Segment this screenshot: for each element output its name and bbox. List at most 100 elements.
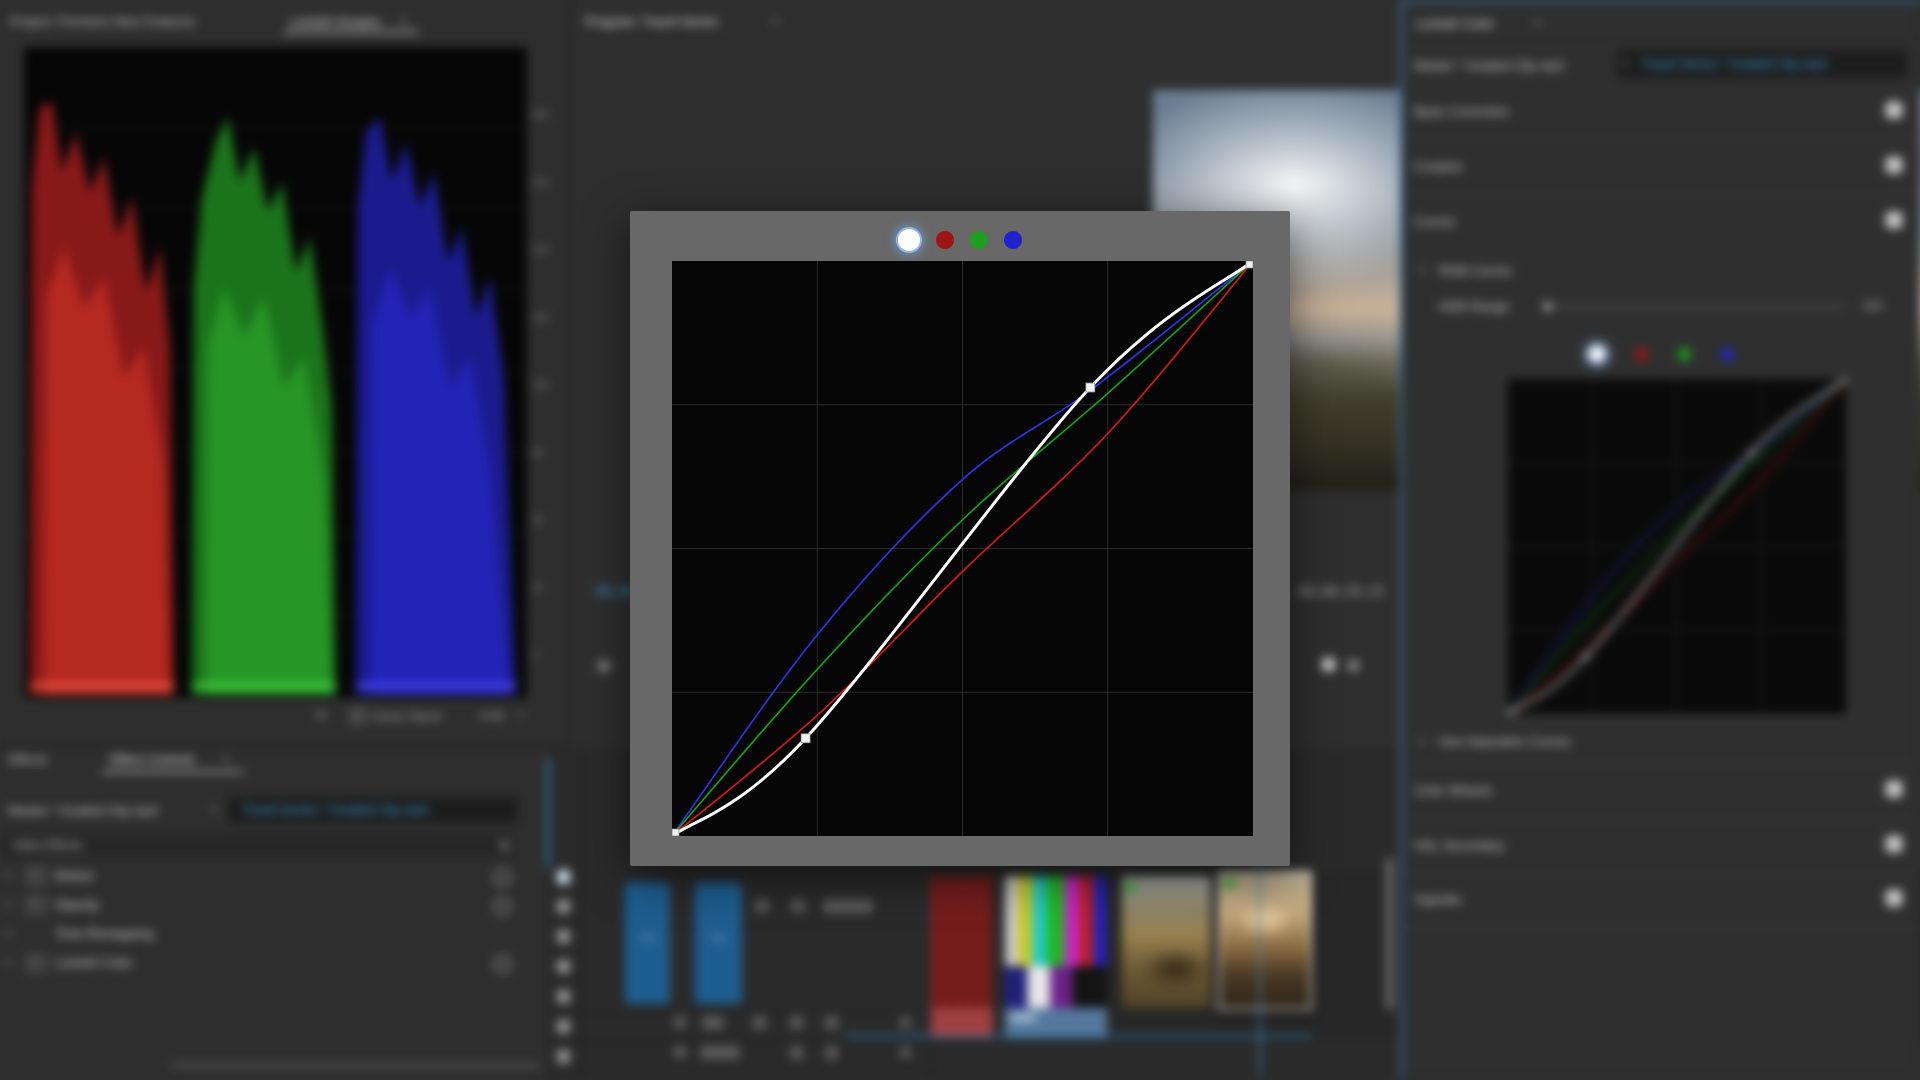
mini-rgb-curves-display[interactable] [1508,379,1846,714]
channel-dot-blue[interactable] [1004,231,1022,249]
section-checkbox[interactable]: ✓ [1886,781,1902,797]
channel-dot-red[interactable] [1635,348,1648,361]
horizontal-scrollbar[interactable] [170,1062,540,1069]
disclosure-triangle-icon[interactable]: ▾ [1420,265,1425,276]
wrench-settings-icon[interactable]: ⚙ [316,708,327,722]
header-icon[interactable] [500,841,509,850]
channel-dot-red[interactable] [936,231,954,249]
hdr-range-slider-track[interactable] [1542,306,1845,308]
clip-thumbnail-sunset-selected[interactable] [1218,871,1312,1010]
tab-effect-controls[interactable]: Effect Controls [110,752,195,767]
fx-applied-badge [1126,882,1136,892]
channel-dot-green[interactable] [970,231,988,249]
hue-saturation-curves-subsection[interactable]: ▸ Hue Saturation Curves [1402,730,1920,756]
lumetri-section-hsl-secondary[interactable]: HSL Secondary ✓ [1402,834,1920,860]
tab-project[interactable]: Project: Premiere New Features [10,14,195,29]
section-checkbox[interactable]: ✓ [1886,836,1902,852]
panel-divider[interactable] [568,0,570,748]
channel-dot-blue[interactable] [1721,348,1734,361]
vertical-scrollbar[interactable] [1386,858,1393,1010]
sequence-clip-label[interactable]: Travel Series * Graded Clip.mp4 [242,802,429,817]
panel-menu-icon[interactable]: ≡ [772,14,779,28]
clamp-signal-checkbox[interactable]: ✓ [350,709,365,724]
effect-row-opacity[interactable]: ▸ fx Opacity [0,894,547,920]
panel-menu-icon[interactable]: ≡ [223,752,230,766]
disclosure-triangle-icon[interactable]: ▸ [6,957,11,968]
tab-lumetri-color[interactable]: Lumetri Color [1416,16,1494,31]
sequence-clip-box[interactable]: Travel Series * Graded Clip.mp4 [228,797,518,823]
track-target-v1[interactable]: V1 [695,882,742,1004]
section-checkbox[interactable]: ✓ [1886,890,1902,906]
playhead[interactable] [1259,857,1261,1078]
export-frame-icon[interactable] [1322,658,1335,671]
panel-menu-icon[interactable]: ≡ [1534,16,1541,30]
solo-button[interactable] [790,1016,803,1029]
razor-tool-icon[interactable] [557,960,570,973]
lumetri-section-creative[interactable]: Creative ✓ [1402,155,1920,181]
fx-badge-icon[interactable]: fx [26,955,46,972]
lumetri-section-color-wheels[interactable]: Color Wheels ✓ [1402,779,1920,805]
track-meter-icon[interactable] [900,1047,911,1058]
bit-depth-value[interactable]: 8 Bit [480,709,504,723]
hdr-range-value[interactable]: 100 [1862,299,1882,313]
tab-program[interactable]: Program: Travel Series [585,14,718,29]
clip-thumbnail-color-bars[interactable] [1005,876,1107,1008]
clip-label-red[interactable] [931,1008,993,1038]
section-checkbox[interactable]: ✓ [1886,102,1902,118]
video-effects-header[interactable]: Video Effects [2,835,514,856]
tab-effects[interactable]: Effects [8,752,48,767]
fx-badge-icon[interactable]: fx [26,868,46,885]
section-checkbox[interactable]: ✓ [1886,157,1902,173]
pen-tool-icon[interactable] [557,1020,570,1033]
track-name-label[interactable] [823,900,873,913]
channel-dot-green[interactable] [1678,348,1691,361]
lumetri-section-basic-correction[interactable]: Basic Correction ✓ [1402,100,1920,126]
hand-tool-icon[interactable] [557,1050,570,1063]
audio-target-a1[interactable] [702,1016,724,1029]
sequence-clip-label[interactable]: Travel Series * Graded Clip.mp4 [1641,56,1828,71]
audio-track-icon[interactable] [674,1016,686,1028]
reset-effect-icon[interactable] [494,869,511,886]
clip-thumbnail-desert[interactable] [1122,876,1211,1008]
section-checkbox[interactable]: ✓ [1886,212,1902,228]
settings-icon[interactable] [1348,660,1359,671]
slip-tool-icon[interactable] [557,990,570,1003]
source-patch-v1[interactable]: V1 [625,882,670,1004]
disclosure-triangle-icon[interactable]: ▸ [1420,736,1425,747]
lumetri-section-vignette[interactable]: Vignette ✓ [1402,888,1920,914]
effect-row-motion[interactable]: ▸ fx Motion [0,865,547,891]
disclosure-triangle-icon[interactable]: ▸ [6,899,11,910]
ripple-edit-tool-icon[interactable] [557,930,570,943]
reset-effect-icon[interactable] [494,956,511,973]
lumetri-section-curves[interactable]: Curves ✓ [1402,210,1920,236]
mute-button[interactable] [790,1046,803,1059]
effect-row-lumetri-color[interactable]: ▸ fx Lumetri Color [0,952,547,978]
record-button[interactable] [825,1016,838,1029]
mute-button[interactable] [753,1016,766,1029]
audio-target-a2[interactable] [700,1046,740,1059]
fx-badge-icon[interactable]: fx [26,897,46,914]
track-sync-icon[interactable] [791,900,805,912]
reset-effect-icon[interactable] [494,898,511,915]
track-lock-icon[interactable] [755,900,769,912]
bit-depth-dropdown-icon[interactable]: ▾ [518,710,523,721]
track-select-tool-icon[interactable] [557,900,570,913]
transport-icon[interactable] [598,660,610,672]
curve-editor-area[interactable] [672,261,1253,836]
track-meter-icon[interactable] [900,1017,911,1028]
channel-dot-white[interactable] [1589,346,1605,362]
sequence-clip-box[interactable]: ▸ Travel Series * Graded Clip.mp4 [1617,50,1907,78]
tab-lumetri-scopes[interactable]: Lumetri Scopes [290,14,380,29]
selection-tool-icon[interactable] [557,870,570,884]
effect-row-time-remapping[interactable]: ▸ Time Remapping [0,923,547,949]
clip-thumbnail-red[interactable] [931,876,993,1008]
panel-menu-icon[interactable]: ≡ [400,14,407,28]
disclosure-triangle-icon[interactable]: ▸ [6,928,11,939]
hdr-range-slider-knob[interactable] [1543,302,1552,311]
channel-dot-white[interactable] [898,229,920,251]
audio-track-icon[interactable] [674,1046,686,1058]
rgb-curves-subsection[interactable]: ▾ RGB Curves [1402,259,1920,285]
solo-button[interactable] [825,1046,838,1059]
clip-label-selected[interactable] [1005,1008,1107,1038]
disclosure-triangle-icon[interactable]: ▸ [6,870,11,881]
